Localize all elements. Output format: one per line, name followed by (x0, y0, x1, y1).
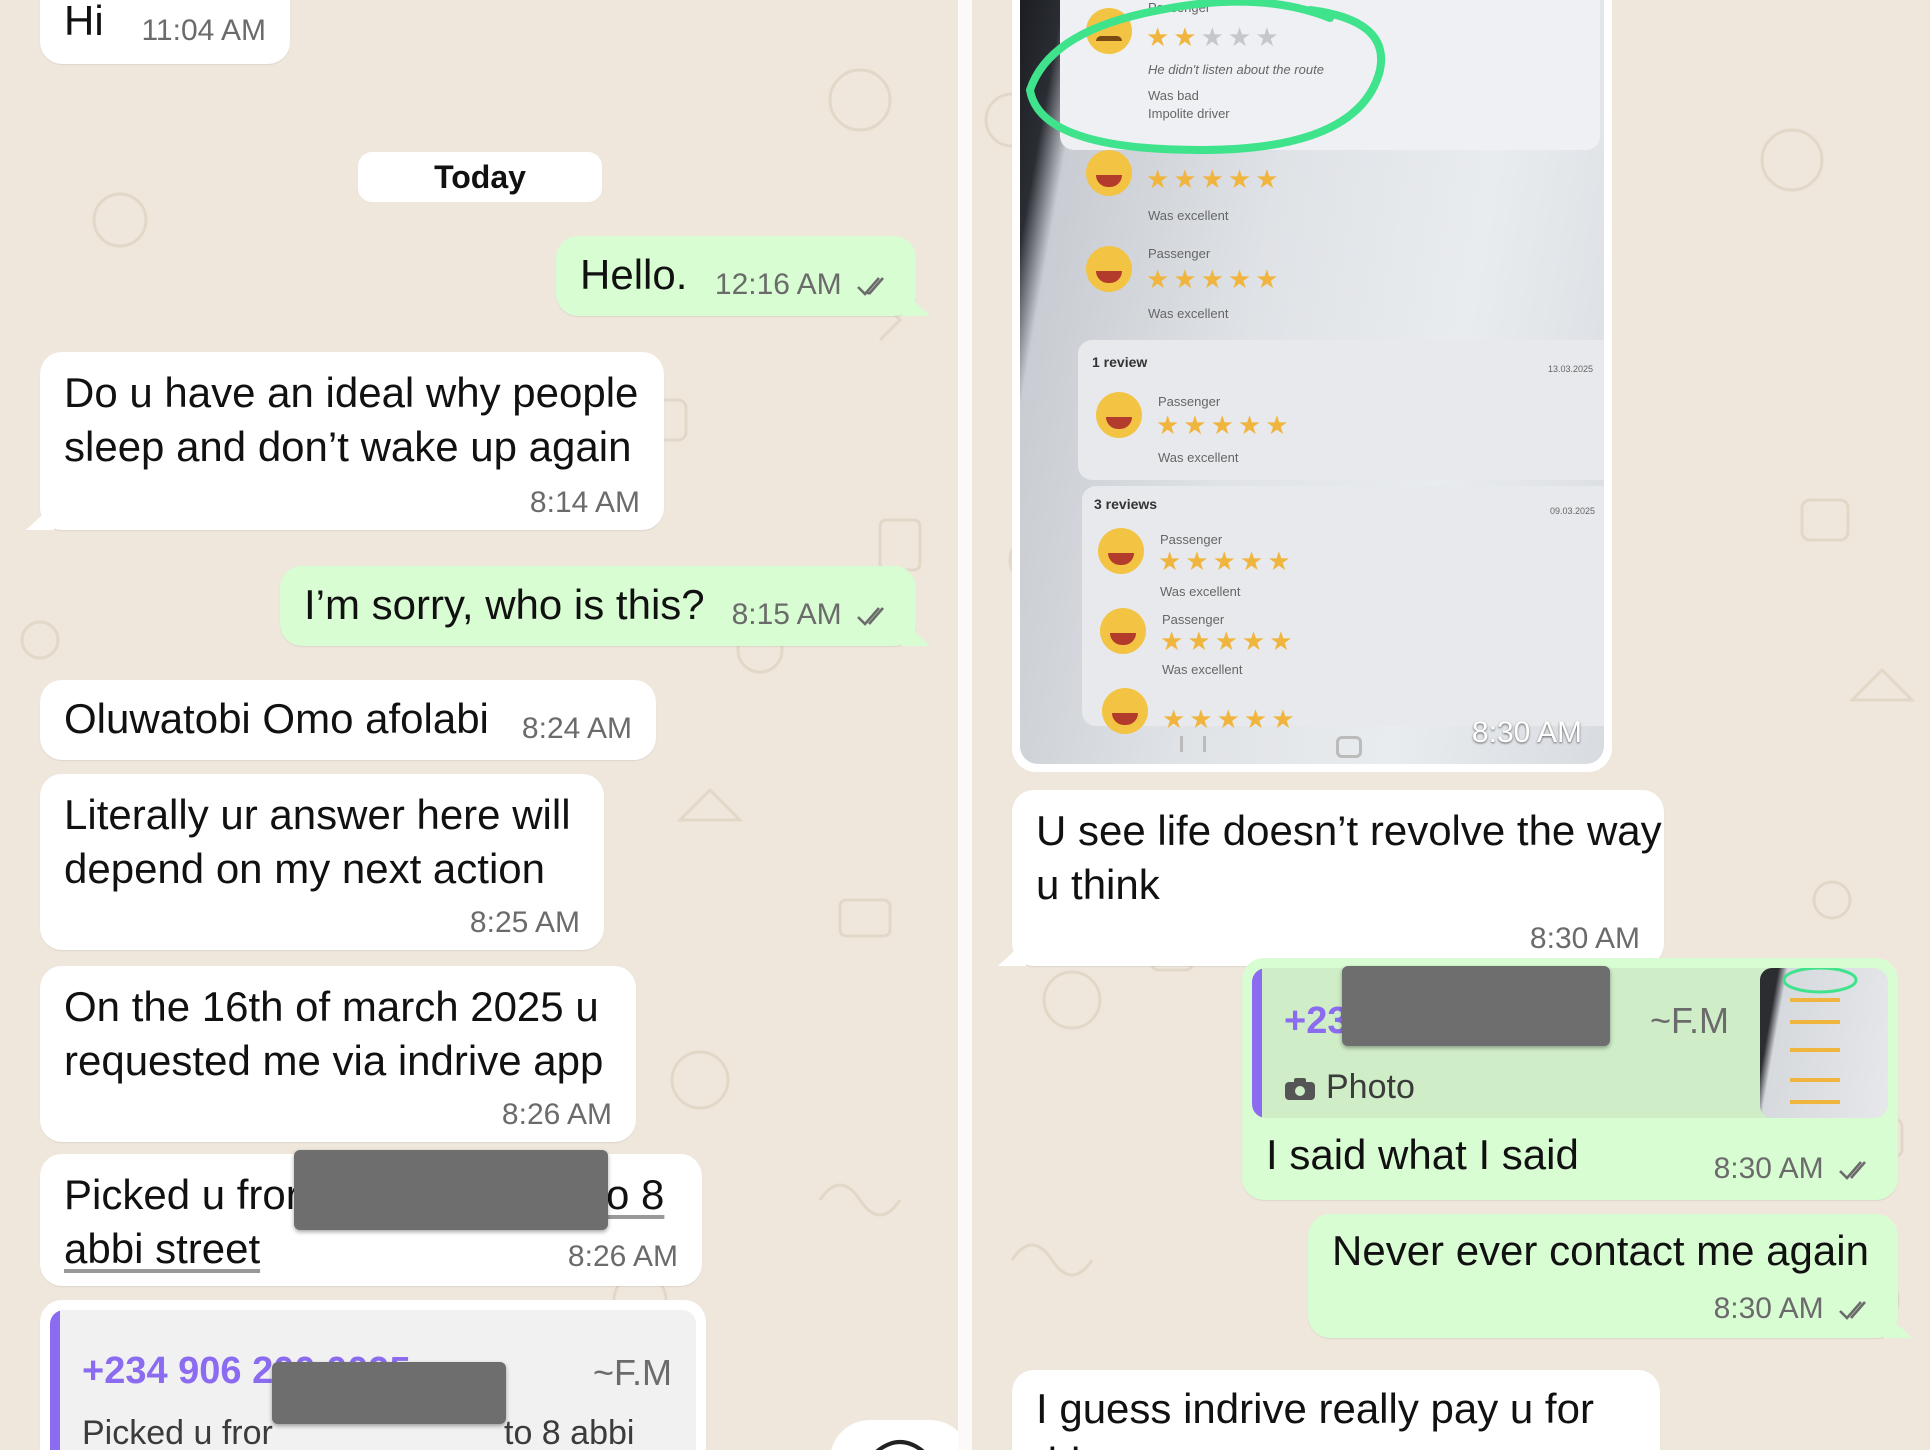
message-text-line: U see life doesn’t revolve the way (1036, 807, 1662, 854)
review-section-title: 1 review (1092, 354, 1148, 370)
message-time: 8:30 AM (1713, 1152, 1824, 1185)
review-tag: Was excellent (1148, 208, 1229, 223)
quoted-photo-thumbnail (1760, 968, 1888, 1118)
message-text-line: sleep and don’t wake up again (64, 423, 632, 470)
star-rating-5-icon: ★★★★★ (1160, 626, 1297, 656)
quoted-text-part: to 8 abbi (504, 1414, 635, 1450)
green-circle-annotation-icon (1025, 0, 1386, 155)
review-tag: Was excellent (1160, 584, 1241, 599)
star-rating-5-icon: ★★★★★ (1158, 546, 1295, 576)
message-text: I’m sorry, who is this? (304, 581, 705, 628)
message-time: 8:30 AM (1529, 922, 1640, 955)
happy-emoji-icon (1100, 608, 1146, 654)
message-text-line: Literally ur answer here will (64, 791, 571, 838)
quoted-sender-phone: +23 (1284, 1000, 1349, 1042)
review-role: Passenger (1162, 612, 1225, 627)
panel-divider (958, 0, 972, 1450)
quote-accent-bar (50, 1310, 60, 1450)
message-text: Oluwatobi Omo afolabi (64, 695, 489, 742)
scroll-down-button[interactable] (830, 1420, 958, 1450)
message-text: Hi (64, 0, 104, 44)
message-text: Hello. (580, 251, 688, 298)
message-time: 11:04 AM (141, 14, 266, 47)
read-ticks-icon (1839, 1161, 1866, 1180)
message-time-with-status: 8:30 AM (1714, 1152, 1874, 1186)
redaction-box (272, 1362, 506, 1424)
read-ticks-icon (1839, 1301, 1866, 1320)
message-bubble-incoming[interactable]: On the 16th of march 2025 u requested me… (40, 966, 636, 1142)
thumbnail-preview (1782, 968, 1858, 1104)
quoted-media-label: Photo (1284, 1060, 1415, 1114)
chevron-down-icon (875, 1440, 925, 1450)
message-bubble-incoming[interactable]: Hi 11:04 AM (40, 0, 290, 64)
quoted-text-part: Picked u fror (82, 1414, 273, 1450)
message-bubble-outgoing[interactable]: Hello. 12:16 AM (556, 236, 916, 316)
message-text-line: depend on my next action (64, 845, 545, 892)
address-link[interactable]: abbi street (64, 1222, 260, 1276)
message-time: 8:14 AM (529, 486, 640, 519)
review-card (1082, 486, 1604, 726)
review-role: Passenger (1158, 394, 1221, 409)
message-bubble-outgoing[interactable]: I’m sorry, who is this? 8:15 AM (280, 566, 916, 646)
review-tag: Was excellent (1162, 662, 1243, 677)
happy-emoji-icon (1096, 392, 1142, 438)
star-rating-5-icon: ★★★★★ (1162, 704, 1299, 734)
review-section-title: 3 reviews (1094, 496, 1158, 512)
happy-emoji-icon (1102, 688, 1148, 734)
date-chip: Today (358, 152, 602, 202)
happy-emoji-icon (1098, 528, 1144, 574)
quoted-sender-name: ~F.M (592, 1352, 672, 1393)
quoted-media-type: Photo (1326, 1068, 1415, 1106)
read-ticks-icon (857, 607, 884, 626)
camera-icon (1285, 1078, 1315, 1101)
redaction-box (1342, 966, 1610, 1046)
message-bubble-incoming[interactable]: Do u have an ideal why people sleep and … (40, 352, 664, 530)
star-rating-5-icon: ★★★★★ (1156, 410, 1293, 440)
photo-time: 8:30 AM (1471, 716, 1582, 749)
message-time: 8:26 AM (501, 1098, 612, 1131)
review-role: Passenger (1148, 246, 1211, 261)
android-recents-icon (1180, 736, 1206, 752)
message-text-line: requested me via indrive app (64, 1037, 604, 1084)
review-date: 09.03.2025 (1550, 506, 1596, 516)
message-bubble-incoming[interactable]: I guess indrive really pay u for this (1012, 1370, 1660, 1450)
right-chat-pane: Passenger ★★★★★ He didn't listen about t… (972, 0, 1930, 1450)
quote-accent-bar (1252, 968, 1262, 1118)
message-text-line: Do u have an ideal why people (64, 369, 639, 416)
message-time: 8:15 AM (731, 598, 842, 631)
message-time: 8:25 AM (469, 906, 580, 939)
message-bubble-incoming[interactable]: Oluwatobi Omo afolabi 8:24 AM (40, 680, 656, 760)
review-role: Passenger (1160, 532, 1223, 547)
quoted-sender-name: ~F.M (1650, 1000, 1730, 1041)
photo-attachment[interactable]: Passenger ★★★★★ He didn't listen about t… (1020, 0, 1604, 764)
read-ticks-icon (857, 277, 884, 296)
message-time-with-status: 8:15 AM (732, 598, 892, 632)
message-time: 8:30 AM (1713, 1292, 1824, 1325)
review-date: 13.03.2025 (1548, 364, 1594, 374)
message-time: 8:24 AM (521, 712, 632, 745)
review-tag: Was excellent (1148, 306, 1229, 321)
message-bubble-incoming[interactable]: U see life doesn’t revolve the way u thi… (1012, 790, 1664, 966)
happy-emoji-icon (1086, 246, 1132, 292)
message-text-line: On the 16th of march 2025 u (64, 983, 599, 1030)
review-tag: Was excellent (1158, 450, 1239, 465)
message-bubble-incoming[interactable]: Literally ur answer here will depend on … (40, 774, 604, 950)
address-link[interactable]: o 8 (606, 1168, 664, 1222)
message-text: I guess indrive really pay u for this (1036, 1385, 1594, 1450)
message-bubble-outgoing[interactable]: Never ever contact me again 8:30 AM (1308, 1214, 1898, 1338)
message-text-line: u think (1036, 861, 1160, 908)
message-time: 8:26 AM (567, 1240, 678, 1273)
star-rating-5-icon: ★★★★★ (1146, 264, 1283, 294)
message-time: 12:16 AM (714, 268, 842, 301)
message-text-part: Picked u fror (64, 1171, 300, 1218)
message-time-with-status: 8:30 AM (1714, 1292, 1874, 1326)
redaction-box (294, 1150, 608, 1230)
left-chat-pane: Hi 11:04 AM Today Hello. 12:16 AM Do u h… (0, 0, 958, 1450)
message-time-with-status: 12:16 AM (715, 268, 892, 302)
photo-message-bubble[interactable]: Passenger ★★★★★ He didn't listen about t… (1012, 0, 1612, 772)
message-text: I said what I said (1266, 1131, 1579, 1178)
message-text: Never ever contact me again (1332, 1227, 1869, 1274)
android-home-icon (1336, 736, 1362, 758)
